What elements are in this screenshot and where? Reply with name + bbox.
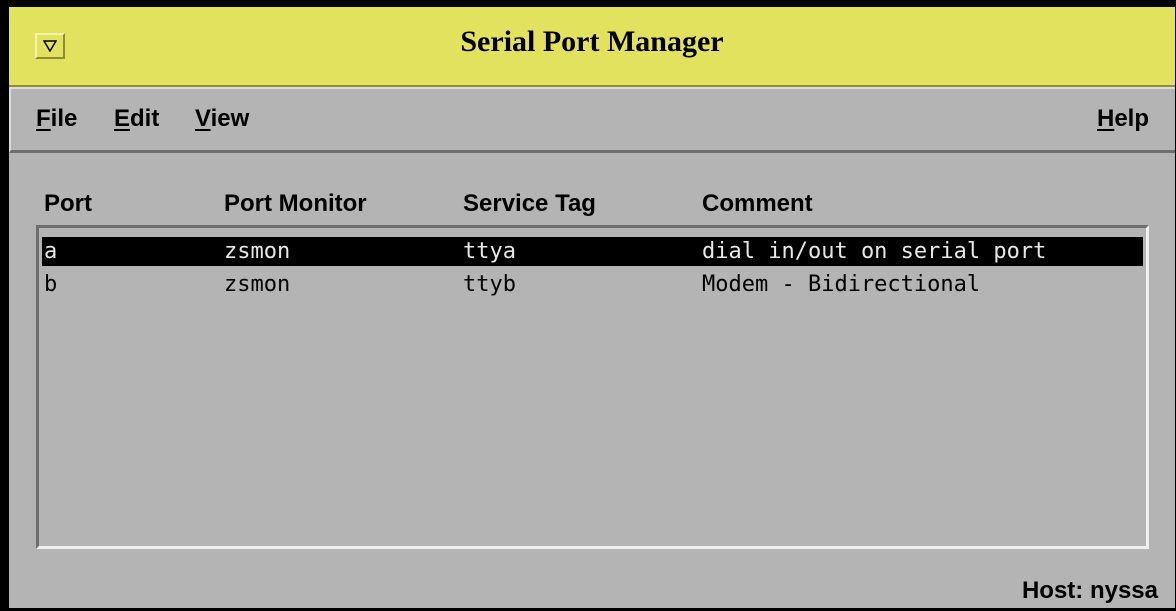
column-header-port: Port: [44, 190, 92, 217]
menu-edit[interactable]: Edit: [114, 105, 159, 133]
menu-edit-mnemonic: E: [114, 105, 131, 132]
menu-view-mnemonic: V: [195, 105, 211, 132]
cell-port: b: [44, 272, 58, 297]
menu-view[interactable]: View: [195, 105, 249, 133]
cell-port: a: [44, 239, 58, 264]
cell-port-monitor: zsmon: [224, 272, 291, 297]
column-header-service-tag: Service Tag: [463, 190, 596, 217]
cell-comment: dial in/out on serial port: [702, 239, 1047, 264]
menu-edit-label: dit: [130, 105, 160, 132]
column-header-port-monitor: Port Monitor: [224, 190, 367, 217]
column-header-comment: Comment: [702, 190, 813, 217]
cell-service-tag: ttya: [463, 239, 516, 264]
menu-help[interactable]: Help: [1097, 105, 1149, 133]
menu-help-mnemonic: H: [1096, 105, 1115, 132]
window-title: Serial Port Manager: [460, 25, 724, 58]
menu-bar: File Edit View Help: [9, 87, 1175, 153]
cell-port-monitor: zsmon: [224, 239, 291, 264]
port-list[interactable]: a zsmon ttya dial in/out on serial port …: [36, 225, 1149, 549]
menu-file[interactable]: File: [36, 105, 77, 133]
menu-view-label: iew: [210, 105, 250, 132]
menu-help-label: elp: [1114, 105, 1149, 132]
cell-service-tag: ttyb: [463, 272, 516, 297]
title-bar[interactable]: Serial Port Manager: [9, 7, 1175, 87]
menu-file-mnemonic: F: [36, 105, 51, 132]
cell-comment: Modem - Bidirectional: [702, 272, 981, 297]
table-row[interactable]: a zsmon ttya dial in/out on serial port: [42, 237, 1143, 266]
serial-port-manager-window: Serial Port Manager File Edit View Help …: [0, 0, 1176, 611]
menu-file-label: ile: [50, 105, 78, 132]
host-status: Host: nyssa: [1021, 577, 1158, 604]
table-row[interactable]: b zsmon ttyb Modem - Bidirectional: [42, 270, 1143, 299]
